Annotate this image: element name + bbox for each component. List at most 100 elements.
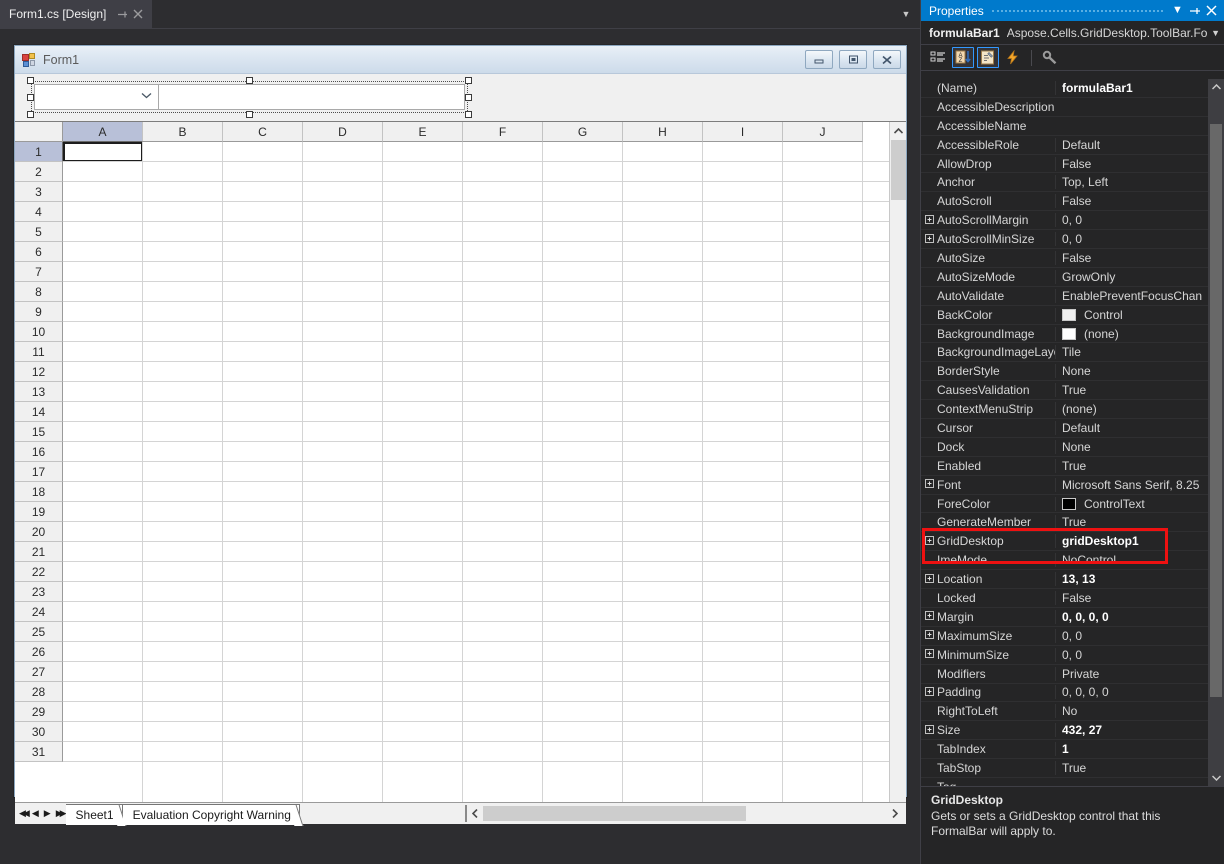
property-row-location[interactable]: Location 13, 13 <box>921 570 1224 590</box>
properties-grid[interactable]: (Name) formulaBar1 AccessibleDescription Ac… <box>921 79 1224 786</box>
vertical-scroll-thumb[interactable] <box>891 140 906 200</box>
grid-row-header-22[interactable]: 22 <box>15 562 63 582</box>
grid-column-header-J[interactable]: J <box>783 122 863 142</box>
property-row-allowdrop[interactable]: AllowDrop False <box>921 155 1224 174</box>
property-value[interactable]: ControlText <box>1055 496 1224 511</box>
resize-handle-w[interactable] <box>27 94 34 101</box>
grid-row-header-26[interactable]: 26 <box>15 642 63 662</box>
grid-row-header-14[interactable]: 14 <box>15 402 63 422</box>
chevron-down-icon[interactable] <box>141 92 152 102</box>
grid-column-header-B[interactable]: B <box>143 122 223 142</box>
property-row-backcolor[interactable]: BackColor Control <box>921 306 1224 325</box>
property-row-accessiblerole[interactable]: AccessibleRole Default <box>921 136 1224 155</box>
property-value[interactable]: 13, 13 <box>1055 572 1224 587</box>
events-icon[interactable] <box>1002 47 1024 68</box>
property-value[interactable]: 0, 0 <box>1055 628 1224 643</box>
properties-vertical-scrollbar[interactable] <box>1208 79 1224 786</box>
formula-input[interactable] <box>158 84 465 110</box>
grid-row-header-7[interactable]: 7 <box>15 262 63 282</box>
maximize-button[interactable] <box>839 50 867 69</box>
property-value[interactable]: (none) <box>1055 402 1224 417</box>
grid-row-header-25[interactable]: 25 <box>15 622 63 642</box>
grid-cell-area[interactable] <box>63 142 906 824</box>
grid-column-header-D[interactable]: D <box>303 122 383 142</box>
properties-scroll-thumb[interactable] <box>1210 124 1222 697</box>
resize-handle-se[interactable] <box>465 111 472 118</box>
grid-row-header-4[interactable]: 4 <box>15 202 63 222</box>
expand-plus-icon[interactable] <box>921 611 937 622</box>
grid-column-header-I[interactable]: I <box>703 122 783 142</box>
nav-last-sheet-icon[interactable]: ▶▶ <box>56 808 67 819</box>
grid-column-header-F[interactable]: F <box>463 122 543 142</box>
property-row-autoscrollmargin[interactable]: AutoScrollMargin 0, 0 <box>921 211 1224 231</box>
expand-plus-icon[interactable] <box>921 233 937 245</box>
grid-row-header-3[interactable]: 3 <box>15 182 63 202</box>
grid-row-header-27[interactable]: 27 <box>15 662 63 682</box>
grid-column-header-G[interactable]: G <box>543 122 623 142</box>
grid-row-header-17[interactable]: 17 <box>15 462 63 482</box>
nav-first-sheet-icon[interactable]: ◀◀ <box>19 808 30 819</box>
property-value[interactable]: None <box>1055 364 1224 379</box>
property-row-locked[interactable]: Locked False <box>921 589 1224 608</box>
expand-plus-icon[interactable] <box>921 686 937 698</box>
grid-row-header-31[interactable]: 31 <box>15 742 63 762</box>
horizontal-scroll-thumb[interactable] <box>483 806 746 821</box>
property-value[interactable]: 0, 0, 0, 0 <box>1055 685 1224 700</box>
document-tab-form1-design[interactable]: Form1.cs [Design] <box>0 0 153 28</box>
resize-handle-nw[interactable] <box>27 77 34 84</box>
property-value[interactable]: 0, 0 <box>1055 647 1224 662</box>
caret-down-icon[interactable] <box>1208 770 1224 786</box>
property-row-size[interactable]: Size 432, 27 <box>921 721 1224 741</box>
grid-row-header-13[interactable]: 13 <box>15 382 63 402</box>
property-row-griddesktop[interactable]: GridDesktop gridDesktop1 <box>921 532 1224 552</box>
grid-row-header-12[interactable]: 12 <box>15 362 63 382</box>
property-pages-icon[interactable] <box>1039 47 1061 68</box>
resize-handle-ne[interactable] <box>465 77 472 84</box>
property-value[interactable]: Control <box>1055 307 1224 322</box>
property-row-contextmenustrip[interactable]: ContextMenuStrip (none) <box>921 400 1224 420</box>
sheet-tab-sheet1[interactable]: Sheet1 <box>65 803 126 826</box>
property-value[interactable]: True <box>1055 761 1224 775</box>
property-row-accessiblename[interactable]: AccessibleName <box>921 117 1224 136</box>
property-value[interactable]: Private <box>1055 666 1224 681</box>
property-row-dock[interactable]: Dock None <box>921 438 1224 457</box>
grid-row-header-28[interactable]: 28 <box>15 682 63 702</box>
property-value[interactable]: (none) <box>1055 326 1224 341</box>
minimize-button[interactable] <box>805 50 833 69</box>
horizontal-scroll-track[interactable] <box>483 806 887 821</box>
grid-row-header-24[interactable]: 24 <box>15 602 63 622</box>
property-value[interactable]: Microsoft Sans Serif, 8.25 <box>1055 477 1224 492</box>
close-button[interactable] <box>873 50 901 69</box>
grid-active-cell[interactable] <box>63 142 143 162</box>
grid-column-header-C[interactable]: C <box>223 122 303 142</box>
nav-prev-sheet-icon[interactable]: ◀ <box>32 808 39 819</box>
caret-up-icon[interactable] <box>1208 79 1224 95</box>
expand-plus-icon[interactable] <box>921 573 937 585</box>
caret-right-icon[interactable] <box>887 806 903 822</box>
resize-handle-n[interactable] <box>246 77 253 84</box>
property-row-imemode[interactable]: ImeMode NoControl <box>921 551 1224 571</box>
property-row-autovalidate[interactable]: AutoValidate EnablePreventFocusChan <box>921 287 1224 306</box>
property-row-autosizemode[interactable]: AutoSizeMode GrowOnly <box>921 268 1224 287</box>
designer-surface[interactable]: Form1 A B C D E F G H I J 1 2 3 4 5 6 7 … <box>0 29 920 864</box>
property-row-modifiers[interactable]: Modifiers Private <box>921 665 1224 684</box>
pin-icon[interactable] <box>114 6 130 22</box>
property-row-margin[interactable]: Margin 0, 0, 0, 0 <box>921 608 1224 627</box>
grid-row-header-18[interactable]: 18 <box>15 482 63 502</box>
pin-icon[interactable] <box>1186 2 1203 19</box>
property-row-forecolor[interactable]: ForeColor ControlText <box>921 495 1224 514</box>
property-row-borderstyle[interactable]: BorderStyle None <box>921 362 1224 382</box>
sheet-tab-evaluation-copyright-warning[interactable]: Evaluation Copyright Warning <box>122 803 304 826</box>
tab-overflow-chevron-down-icon[interactable]: ▼ <box>900 8 912 20</box>
property-value[interactable]: False <box>1055 156 1224 171</box>
property-value[interactable]: No <box>1055 704 1224 719</box>
property-value[interactable]: formulaBar1 <box>1055 80 1224 95</box>
expand-plus-icon[interactable] <box>921 479 937 490</box>
grid-column-header-E[interactable]: E <box>383 122 463 142</box>
expand-plus-icon[interactable] <box>921 535 937 547</box>
property-row-anchor[interactable]: Anchor Top, Left <box>921 173 1224 193</box>
property-row-autosize[interactable]: AutoSize False <box>921 249 1224 268</box>
resize-handle-sw[interactable] <box>27 111 34 118</box>
property-value[interactable]: NoControl <box>1055 553 1224 568</box>
property-row-autoscrollminsize[interactable]: AutoScrollMinSize 0, 0 <box>921 230 1224 250</box>
